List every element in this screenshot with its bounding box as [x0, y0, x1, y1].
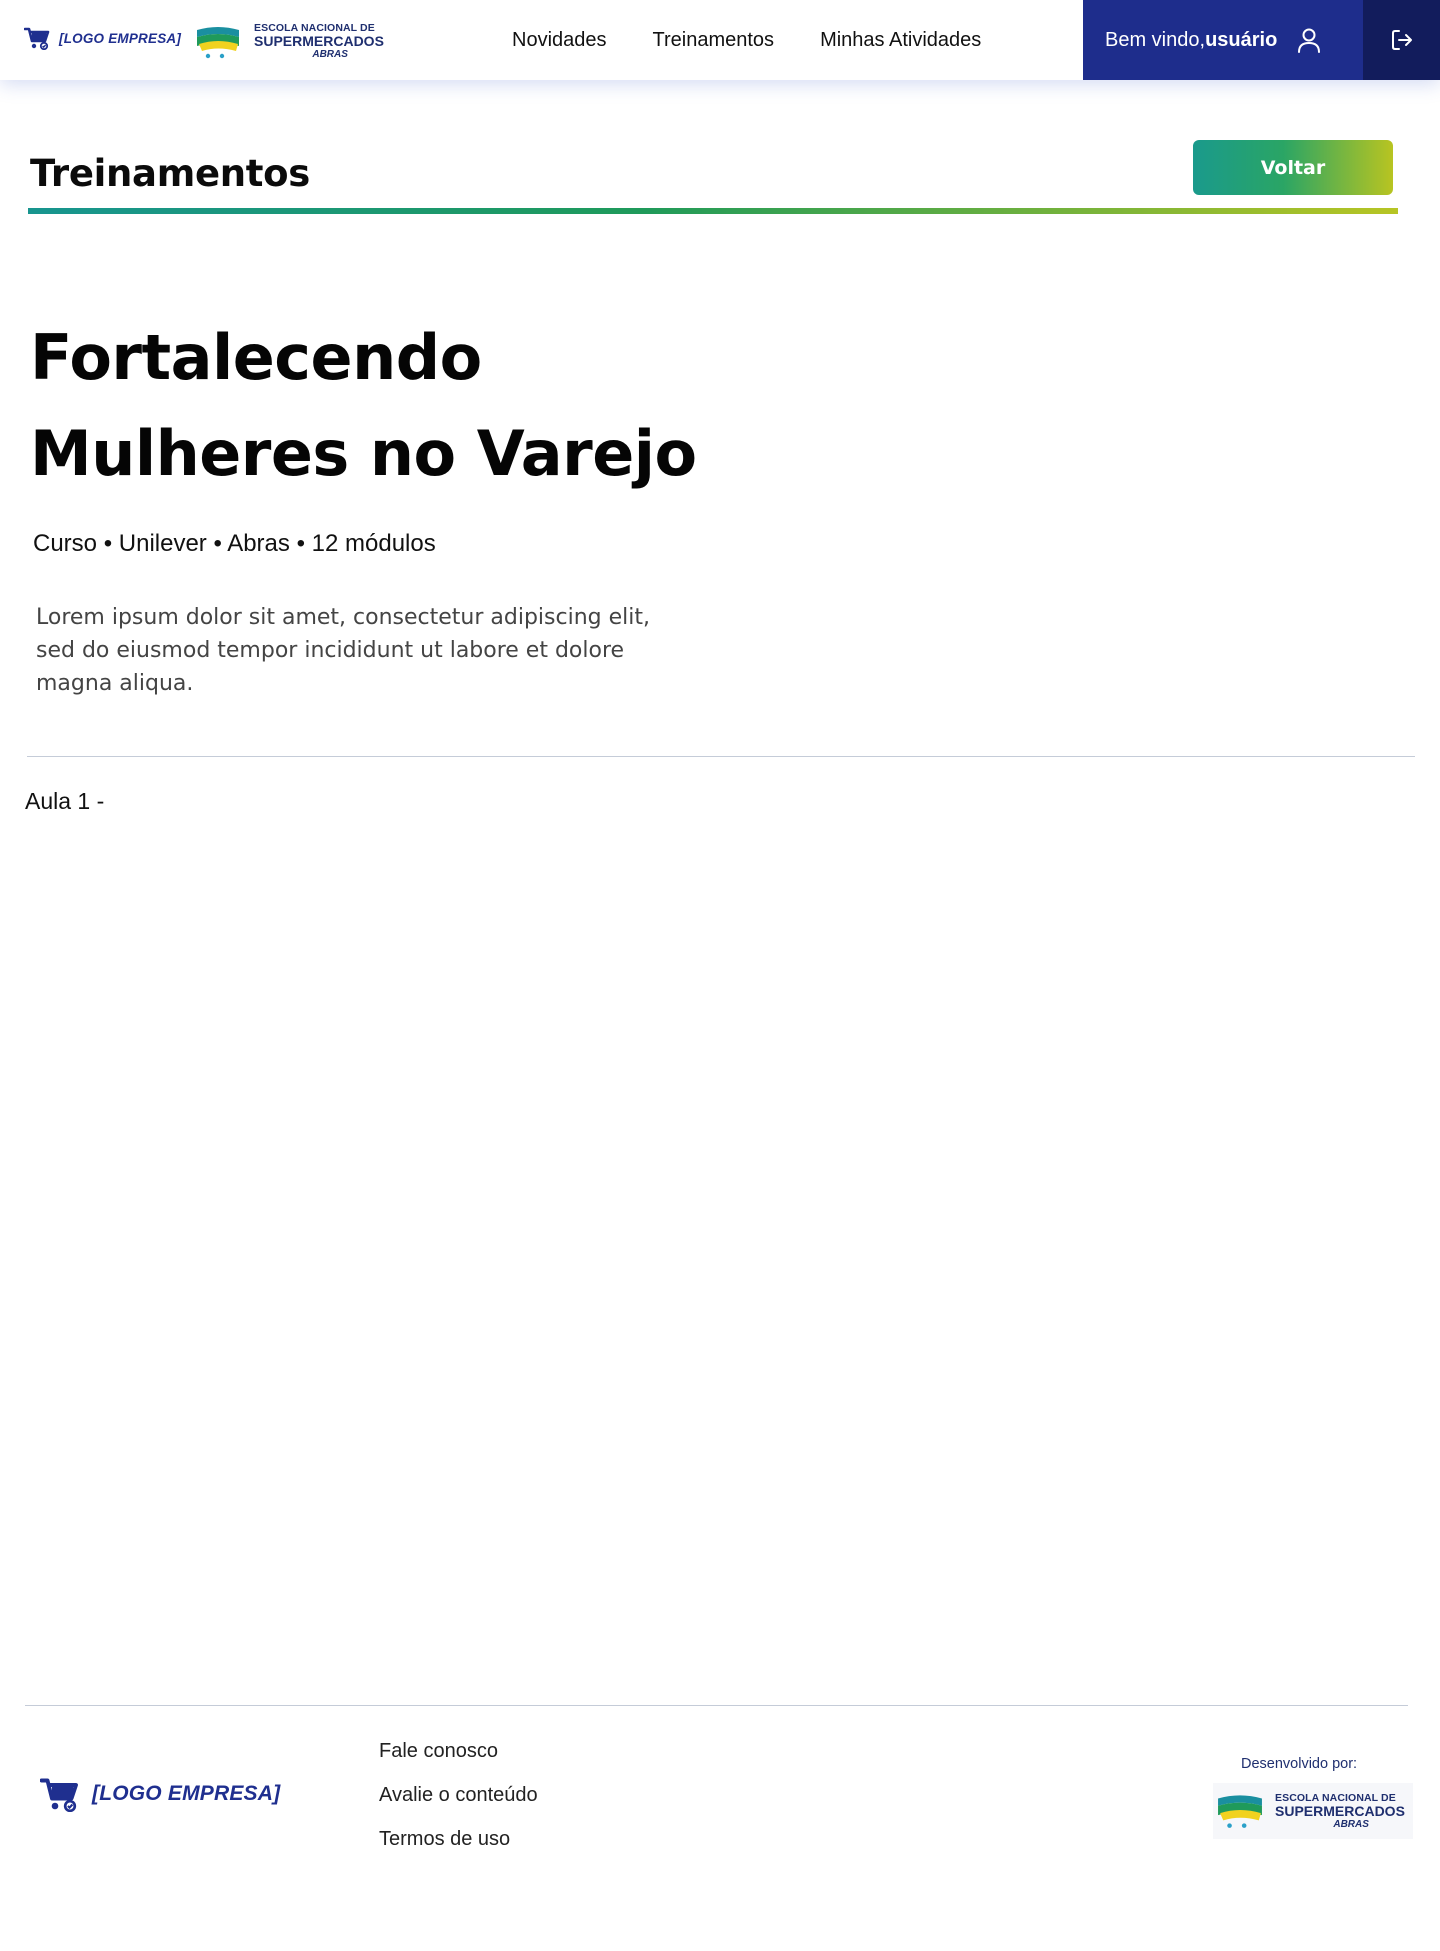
page-title: Treinamentos — [30, 152, 311, 195]
footer-school-line2: SUPERMERCADOS — [1275, 1802, 1405, 1819]
company-logo-text: [LOGO EMPRESA] — [59, 30, 182, 46]
back-button[interactable]: Voltar — [1193, 140, 1393, 195]
company-logo[interactable]: [LOGO EMPRESA] — [24, 26, 181, 50]
footer-link-avalie-conteudo[interactable]: Avalie o conteúdo — [379, 1781, 538, 1825]
cart-icon — [24, 27, 50, 50]
lesson-label: Aula 1 - — [25, 788, 105, 814]
cart-icon — [40, 1778, 78, 1812]
course-meta: Curso • Unilever • Abras • 12 módulos — [33, 530, 436, 557]
school-logo-line3: ABRAS — [312, 49, 348, 60]
nav-item-minhas-atividades[interactable]: Minhas Atividades — [820, 29, 981, 52]
content-divider — [27, 756, 1415, 757]
logout-icon — [1391, 30, 1412, 50]
course-description: Lorem ipsum dolor sit amet, consectetur … — [36, 605, 650, 696]
footer-link-fale-conosco[interactable]: Fale conosco — [379, 1737, 538, 1781]
footer-company-logo[interactable]: [LOGO EMPRESA] — [40, 1776, 280, 1812]
school-flag-icon — [1218, 1795, 1262, 1828]
developed-by-label: Desenvolvido por: — [1241, 1756, 1358, 1772]
footer-company-logo-text: [LOGO EMPRESA] — [92, 1782, 281, 1805]
footer-school-logo-text: ESCOLA NACIONAL DE SUPERMERCADOS ABRAS — [1275, 1792, 1405, 1831]
nav-item-treinamentos[interactable]: Treinamentos — [653, 29, 775, 52]
user-icon — [1298, 28, 1321, 53]
main-nav: Novidades Treinamentos Minhas Atividades — [512, 0, 981, 80]
footer-school-line3: ABRAS — [1333, 1818, 1369, 1830]
title-underline — [28, 208, 1398, 214]
nav-item-novidades[interactable]: Novidades — [512, 29, 607, 52]
top-header: [LOGO EMPRESA] ESCOLA NACIONAL DE SUPERM… — [0, 0, 1440, 80]
user-menu[interactable]: Bem vindo, usuário — [1083, 0, 1363, 80]
logout-button[interactable] — [1363, 0, 1440, 80]
footer-links: Fale conosco Avalie o conteúdo Termos de… — [379, 1737, 538, 1869]
footer-link-termos-de-uso[interactable]: Termos de uso — [379, 1825, 538, 1869]
school-flag-icon — [197, 26, 239, 58]
school-logo-text: ESCOLA NACIONAL DE SUPERMERCADOS ABRAS — [254, 22, 384, 61]
school-logo-line2: SUPERMERCADOS — [254, 33, 384, 49]
user-name: usuário — [1205, 28, 1278, 51]
footer-divider — [25, 1705, 1408, 1706]
welcome-text: Bem vindo, — [1105, 28, 1206, 51]
course-title: Fortalecendo Mulheres no Varejo — [30, 321, 697, 490]
footer-school-line1: ESCOLA NACIONAL DE — [1275, 1791, 1396, 1804]
footer-school-logo[interactable]: ESCOLA NACIONAL DE SUPERMERCADOS ABRAS — [1213, 1783, 1413, 1839]
school-logo[interactable]: ESCOLA NACIONAL DE SUPERMERCADOS ABRAS — [196, 22, 384, 61]
